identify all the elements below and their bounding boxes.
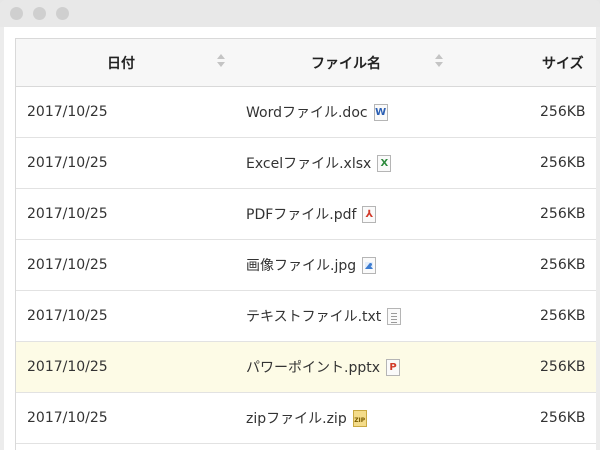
page-content: 日付 ファイル名 サイズ 2017/10/25 Wordファイル.doc W 2… [4,27,596,450]
filename-cell[interactable]: パワーポイント.pptx P [246,342,446,392]
filename-cell[interactable]: Wordファイル.doc W [246,87,446,137]
window-titlebar [0,0,600,27]
table-row: 2017/10/25 Excelファイル.xlsx X 256KB [16,138,596,189]
column-header-filename[interactable]: ファイル名 [231,39,461,86]
filename-link[interactable]: パワーポイント.pptx [246,357,380,377]
browser-window: 日付 ファイル名 サイズ 2017/10/25 Wordファイル.doc W 2… [0,0,600,450]
text-file-icon [387,307,402,325]
date-cell: 2017/10/25 [27,104,108,120]
filename-link[interactable]: Excelファイル.xlsx [246,153,371,173]
size-cell: 256KB [540,359,586,375]
excel-file-icon: X [377,154,392,172]
column-header-date[interactable]: 日付 [16,39,226,86]
minimize-window-button[interactable] [33,7,46,20]
size-cell: 256KB [540,410,586,426]
date-cell: 2017/10/25 [27,410,108,426]
file-table: 日付 ファイル名 サイズ 2017/10/25 Wordファイル.doc W 2… [15,38,596,450]
close-window-button[interactable] [10,7,23,20]
size-cell: 256KB [540,104,586,120]
table-row: 2017/10/25 テキストファイル.txt 256KB [16,291,596,342]
powerpoint-file-icon: P [386,358,400,376]
sort-date-icon[interactable] [216,53,226,69]
filename-link[interactable]: PDFファイル.pdf [246,204,356,224]
table-row: 2017/10/25 Wordファイル.doc W 256KB [16,87,596,138]
size-cell: 256KB [540,257,586,273]
table-header-row: 日付 ファイル名 サイズ [16,39,596,87]
filename-link[interactable]: Wordファイル.doc [246,102,368,122]
date-cell: 2017/10/25 [27,308,108,324]
filename-cell[interactable]: テキストファイル.txt [246,291,446,341]
size-cell: 256KB [540,206,586,222]
column-header-size[interactable]: サイズ [542,39,596,86]
filename-cell[interactable]: Excelファイル.xlsx X [246,138,446,188]
column-header-date-label: 日付 [107,55,135,72]
image-file-icon [362,256,377,274]
table-row: 2017/10/25 PDFファイル.pdf ⅄ 256KB [16,189,596,240]
size-cell: 256KB [540,155,586,171]
filename-cell[interactable]: 画像ファイル.jpg [246,240,446,290]
date-cell: 2017/10/25 [27,257,108,273]
column-header-filename-label: ファイル名 [311,55,381,72]
filename-link[interactable]: zipファイル.zip [246,408,347,428]
table-row-highlighted: 2017/10/25 パワーポイント.pptx P 256KB [16,342,596,393]
date-cell: 2017/10/25 [27,155,108,171]
word-file-icon: W [373,103,388,121]
column-header-size-label: サイズ [542,55,584,72]
table-row: 2017/10/25 画像ファイル.jpg 256KB [16,240,596,291]
zip-file-icon: ZIP [352,409,367,427]
date-cell: 2017/10/25 [27,206,108,222]
sort-filename-icon[interactable] [434,53,444,69]
table-row-partial [16,444,596,450]
pdf-file-icon: ⅄ [362,205,377,223]
filename-cell[interactable]: PDFファイル.pdf ⅄ [246,189,446,239]
size-cell: 256KB [540,308,586,324]
maximize-window-button[interactable] [56,7,69,20]
filename-cell[interactable]: zipファイル.zip ZIP [246,393,446,443]
filename-link[interactable]: テキストファイル.txt [246,306,381,326]
table-row: 2017/10/25 zipファイル.zip ZIP 256KB [16,393,596,444]
filename-link[interactable]: 画像ファイル.jpg [246,255,356,275]
date-cell: 2017/10/25 [27,359,108,375]
